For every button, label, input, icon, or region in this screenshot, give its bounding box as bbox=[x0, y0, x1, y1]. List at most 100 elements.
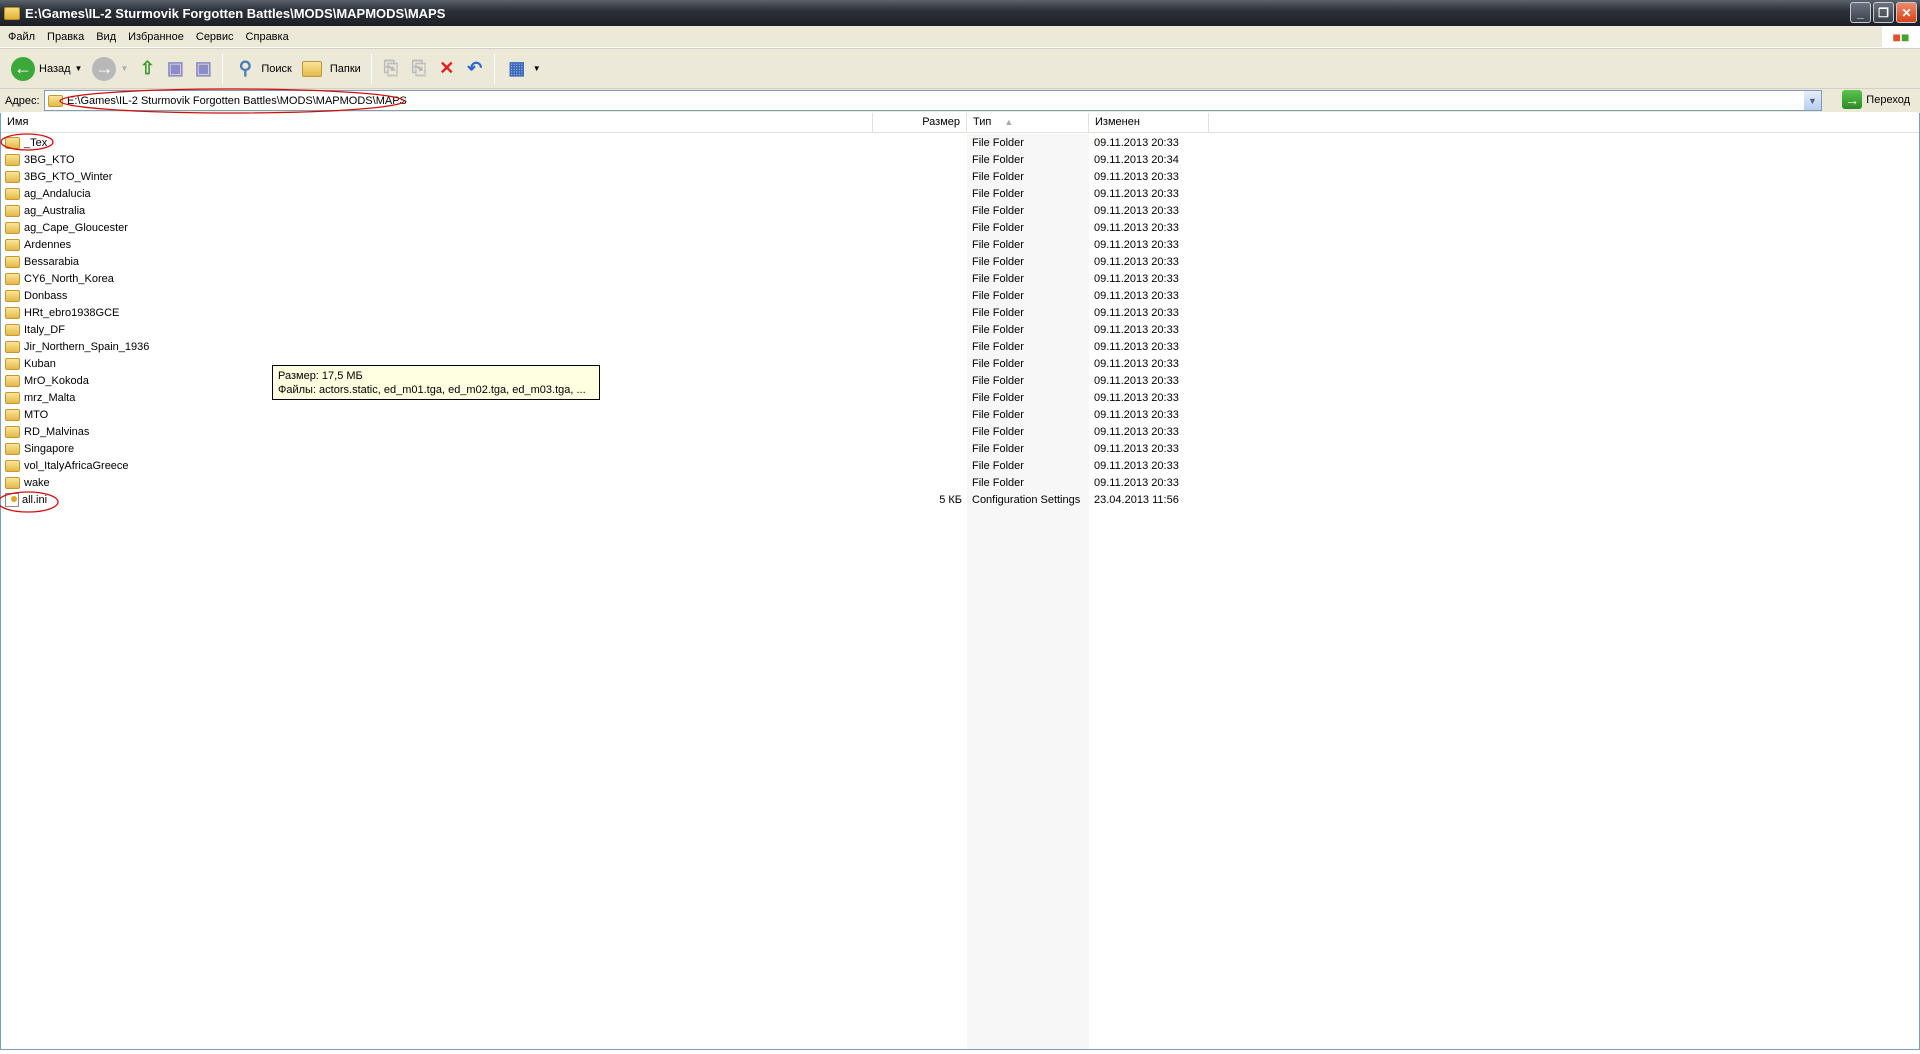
file-name-cell: wake bbox=[1, 476, 873, 489]
file-name-cell: CY6_North_Korea bbox=[1, 272, 873, 285]
file-row[interactable]: MTO File Folder 09.11.2013 20:33 bbox=[1, 406, 1919, 423]
file-modified: 09.11.2013 20:33 bbox=[1094, 476, 1179, 489]
file-modified: 09.11.2013 20:33 bbox=[1094, 459, 1179, 472]
menu-edit[interactable]: Правка bbox=[41, 31, 90, 43]
file-row[interactable]: 3BG_KTO_Winter File Folder 09.11.2013 20… bbox=[1, 168, 1919, 185]
file-modified: 09.11.2013 20:33 bbox=[1094, 323, 1179, 336]
file-modified: 09.11.2013 20:33 bbox=[1094, 442, 1179, 455]
search-label: Поиск bbox=[261, 62, 292, 75]
file-type: File Folder bbox=[972, 425, 1024, 438]
move-to-icon[interactable]: ⎘ bbox=[379, 57, 403, 81]
file-modified: 09.11.2013 20:33 bbox=[1094, 204, 1179, 217]
back-label: Назад bbox=[39, 62, 71, 75]
separator bbox=[222, 53, 224, 84]
back-arrow-icon: ← bbox=[11, 56, 35, 81]
menu-favorites[interactable]: Избранное bbox=[122, 31, 190, 43]
file-name: CY6_North_Korea bbox=[24, 272, 114, 285]
file-modified: 09.11.2013 20:33 bbox=[1094, 340, 1179, 353]
file-type: File Folder bbox=[972, 204, 1024, 217]
file-name: mrz_Malta bbox=[24, 391, 76, 404]
back-button[interactable]: ← Назад ▼ bbox=[8, 52, 85, 86]
undo-icon[interactable]: ↶ bbox=[463, 57, 487, 81]
column-type[interactable]: Тип ▲ bbox=[967, 113, 1089, 133]
file-name: all.ini bbox=[22, 493, 48, 506]
ini-file-icon bbox=[5, 492, 19, 507]
folder-icon bbox=[5, 323, 20, 336]
file-type: File Folder bbox=[972, 374, 1024, 387]
file-row[interactable]: ag_Cape_Gloucester File Folder 09.11.201… bbox=[1, 219, 1919, 236]
folder-icon bbox=[5, 187, 20, 200]
file-row[interactable]: _Tex File Folder 09.11.2013 20:33 bbox=[1, 134, 1919, 151]
separator bbox=[370, 53, 372, 84]
file-name: ag_Australia bbox=[24, 204, 86, 217]
file-name-cell: vol_ItalyAfricaGreece bbox=[1, 459, 873, 472]
column-size[interactable]: Размер bbox=[873, 113, 967, 133]
file-name: Bessarabia bbox=[24, 255, 80, 268]
copy-to-icon[interactable]: ⎘ bbox=[407, 57, 431, 81]
forward-button[interactable]: → ▼ bbox=[89, 52, 131, 86]
file-type: File Folder bbox=[972, 221, 1024, 234]
file-modified: 09.11.2013 20:33 bbox=[1094, 136, 1179, 149]
file-type: File Folder bbox=[972, 306, 1024, 319]
restore-button[interactable]: ❐ bbox=[1873, 2, 1894, 23]
file-row[interactable]: Ardennes File Folder 09.11.2013 20:33 bbox=[1, 236, 1919, 253]
views-button[interactable]: ▦ ▼ bbox=[502, 52, 544, 86]
file-name: Donbass bbox=[24, 289, 68, 302]
file-modified: 09.11.2013 20:34 bbox=[1094, 153, 1179, 166]
file-type: File Folder bbox=[972, 391, 1024, 404]
menu-help[interactable]: Справка bbox=[240, 31, 295, 43]
column-modified[interactable]: Изменен bbox=[1089, 113, 1209, 133]
file-type: File Folder bbox=[972, 136, 1024, 149]
file-type: File Folder bbox=[972, 323, 1024, 336]
file-name: vol_ItalyAfricaGreece bbox=[24, 459, 129, 472]
menu-view[interactable]: Вид bbox=[90, 31, 122, 43]
menu-tools[interactable]: Сервис bbox=[190, 31, 240, 43]
file-row[interactable]: Singapore File Folder 09.11.2013 20:33 bbox=[1, 440, 1919, 457]
column-name[interactable]: Имя bbox=[1, 113, 873, 133]
up-folder-icon[interactable]: ⇧ bbox=[135, 57, 159, 81]
folder-icon bbox=[5, 408, 20, 421]
file-type: File Folder bbox=[972, 289, 1024, 302]
new-folder-icon[interactable]: ▣ bbox=[163, 57, 187, 81]
file-name: MTO bbox=[24, 408, 49, 421]
tooltip-size: Размер: 17,5 МБ bbox=[278, 370, 363, 382]
file-type: Configuration Settings bbox=[972, 493, 1081, 506]
go-arrow-icon: → bbox=[1842, 90, 1863, 109]
file-modified: 09.11.2013 20:33 bbox=[1094, 357, 1179, 370]
folders-button[interactable]: Папки bbox=[299, 52, 364, 86]
address-dropdown-button[interactable]: ▼ bbox=[1804, 91, 1821, 110]
file-name-cell: RD_Malvinas bbox=[1, 425, 873, 438]
column-type-label: Тип bbox=[973, 116, 992, 128]
file-name-cell: Donbass bbox=[1, 289, 873, 302]
sort-ascending-icon: ▲ bbox=[1004, 117, 1014, 127]
address-input[interactable]: E:\Games\IL-2 Sturmovik Forgotten Battle… bbox=[44, 90, 1822, 111]
file-row[interactable]: 3BG_KTO File Folder 09.11.2013 20:34 bbox=[1, 151, 1919, 168]
folders-icon bbox=[301, 60, 322, 77]
file-row[interactable]: Donbass File Folder 09.11.2013 20:33 bbox=[1, 287, 1919, 304]
file-type: File Folder bbox=[972, 442, 1024, 455]
file-row[interactable]: ag_Andalucia File Folder 09.11.2013 20:3… bbox=[1, 185, 1919, 202]
go-button[interactable]: → Переход bbox=[1842, 90, 1910, 109]
menu-file[interactable]: Файл bbox=[2, 31, 41, 43]
file-row[interactable]: CY6_North_Korea File Folder 09.11.2013 2… bbox=[1, 270, 1919, 287]
minimize-button[interactable]: _ bbox=[1850, 2, 1871, 23]
file-row[interactable]: Bessarabia File Folder 09.11.2013 20:33 bbox=[1, 253, 1919, 270]
file-name-cell: all.ini bbox=[1, 492, 873, 507]
file-row[interactable]: RD_Malvinas File Folder 09.11.2013 20:33 bbox=[1, 423, 1919, 440]
file-row[interactable]: wake File Folder 09.11.2013 20:33 bbox=[1, 474, 1919, 491]
file-row[interactable]: HRt_ebro1938GCE File Folder 09.11.2013 2… bbox=[1, 304, 1919, 321]
file-modified: 09.11.2013 20:33 bbox=[1094, 391, 1179, 404]
delete-icon[interactable]: ✕ bbox=[435, 57, 459, 81]
file-row[interactable]: Jir_Northern_Spain_1936 File Folder 09.1… bbox=[1, 338, 1919, 355]
file-row[interactable]: all.ini 5 КБ Configuration Settings 23.0… bbox=[1, 491, 1919, 508]
delete-folder-icon[interactable]: ▣ bbox=[191, 57, 215, 81]
search-button[interactable]: ⚲ Поиск bbox=[230, 52, 294, 86]
close-button[interactable]: ✕ bbox=[1896, 2, 1917, 23]
file-modified: 09.11.2013 20:33 bbox=[1094, 221, 1179, 234]
file-rows: _Tex File Folder 09.11.2013 20:33 3BG_KTO… bbox=[1, 134, 1919, 508]
file-row[interactable]: ag_Australia File Folder 09.11.2013 20:3… bbox=[1, 202, 1919, 219]
file-row[interactable]: vol_ItalyAfricaGreece File Folder 09.11.… bbox=[1, 457, 1919, 474]
file-name-cell: Bessarabia bbox=[1, 255, 873, 268]
file-row[interactable]: Italy_DF File Folder 09.11.2013 20:33 bbox=[1, 321, 1919, 338]
folder-icon bbox=[5, 170, 20, 183]
